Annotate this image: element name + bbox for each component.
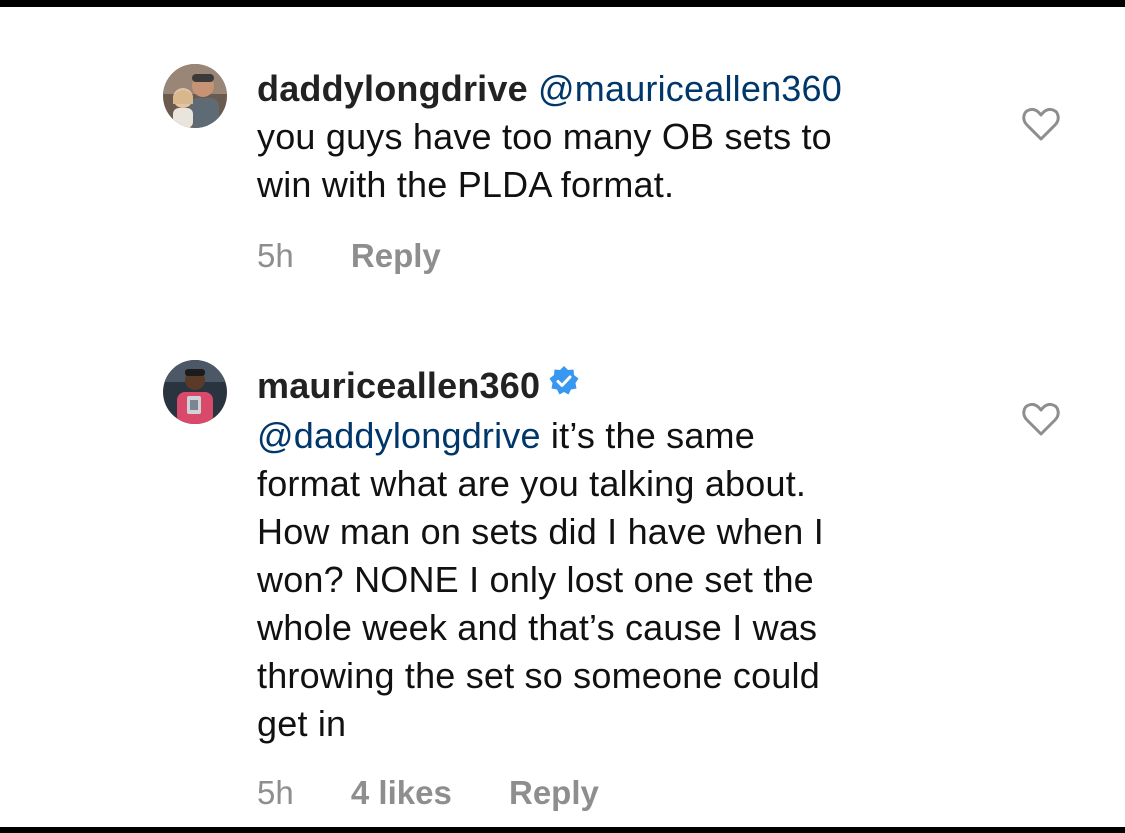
comment-text: daddylongdrive @mauriceallen360 you guys… [257,65,957,209]
comment-body-line: won? NONE I only lost one set the [257,559,814,601]
comment-body-line: it’s the same [540,415,755,457]
comment-mention[interactable]: @mauriceallen360 [538,68,842,109]
comment-body-line: get in [257,703,347,745]
comment-body-line: whole week and that’s cause I was [257,607,818,649]
comment-body-line: you guys have too many OB sets to [257,116,832,157]
comment-mention[interactable]: @daddylongdrive [257,415,541,456]
comment-time: 5h [257,237,294,274]
comment-meta: 5h 4 likes Reply [257,774,599,812]
comments-panel: daddylongdrive @mauriceallen360 you guys… [0,7,1125,827]
avatar[interactable] [163,360,227,424]
reply-button[interactable]: Reply [509,774,599,812]
reply-button[interactable]: Reply [351,237,441,275]
comment-meta: 5h Reply [257,237,441,275]
comment-time: 5h [257,774,294,811]
comment-username[interactable]: daddylongdrive [257,68,528,109]
comment-body-line: throwing the set so someone could [257,655,820,697]
comment-text: mauriceallen360 @daddylongdrive it’s the… [257,362,957,748]
heart-icon[interactable] [1021,401,1061,437]
comment-body-line: How man on sets did I have when I [257,511,824,553]
avatar[interactable] [163,64,227,128]
comment-body-line: win with the PLDA format. [257,164,675,205]
comment-body-line: format what are you talking about. [257,463,807,505]
comment-username[interactable]: mauriceallen360 [257,365,540,406]
avatar-photo [163,360,227,424]
heart-icon[interactable] [1021,106,1061,142]
avatar-photo [163,64,227,128]
likes-count[interactable]: 4 likes [351,774,452,812]
verified-badge-icon [548,361,580,409]
